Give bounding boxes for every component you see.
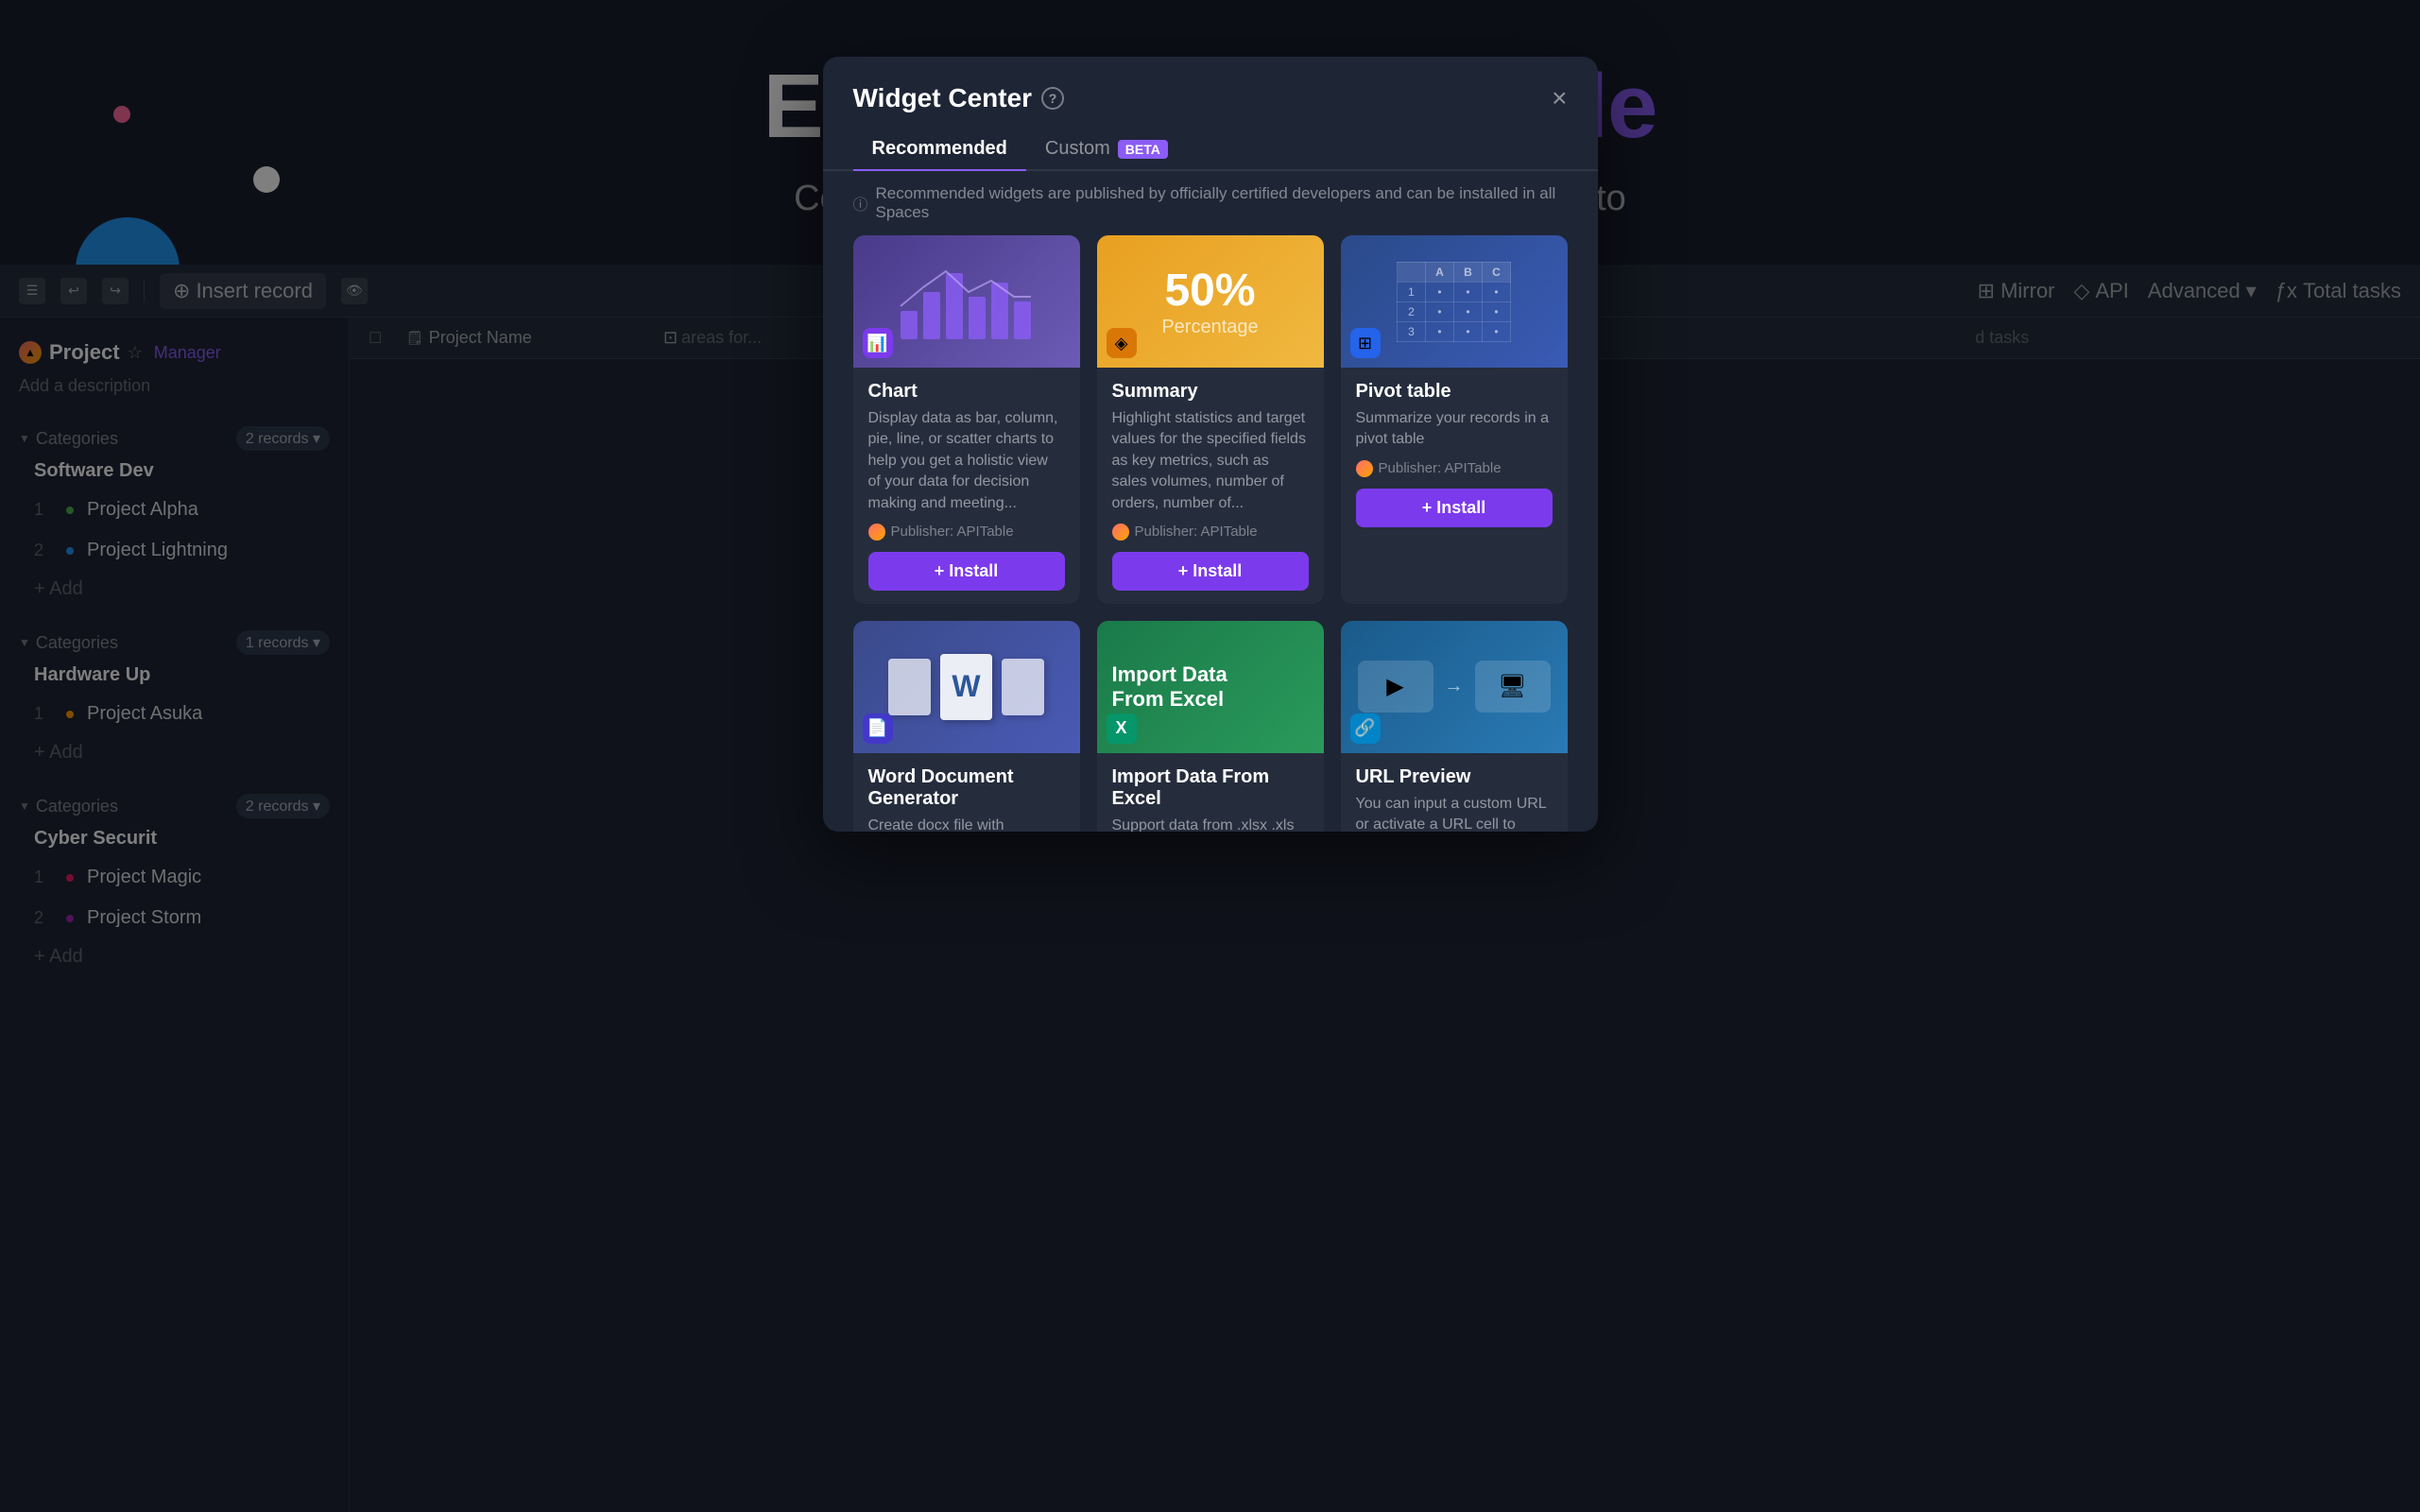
tab-recommended[interactable]: Recommended [853,129,1026,169]
widget-desc-pivot: Summarize your records in a pivot table [1356,408,1553,451]
widget-preview-summary: 50% Percentage ◈ [1097,235,1324,368]
widget-card-summary[interactable]: 50% Percentage ◈ Summary Highlight stati… [1097,235,1324,604]
pivot-preview-table: ABC 1••• 2••• 3••• [1397,262,1511,342]
word-badge-icon: 📄 [863,713,893,744]
widget-info-pivot: Pivot table Summarize your records in a … [1341,368,1568,541]
publisher-icon-3 [1356,460,1373,477]
widget-name-chart: Chart [868,381,1065,403]
widget-preview-chart: 📊 [853,235,1080,368]
tab-custom-label: Custom [1045,138,1110,160]
install-button-pivot[interactable]: + Install [1356,489,1553,527]
publisher-icon [868,524,885,541]
install-button-chart[interactable]: + Install [868,552,1065,591]
tab-recommended-label: Recommended [872,138,1007,160]
widget-publisher-summary: Publisher: APITable [1112,524,1309,541]
widget-preview-excel: Import DataFrom Excel X [1097,621,1324,753]
chart-badge-icon: 📊 [863,328,893,358]
chart-preview-svg [891,254,1042,349]
widget-info-url: URL Preview You can input a custom URL o… [1341,753,1568,832]
widget-center-modal: Widget Center ? × Recommended Custom BET… [823,57,1598,832]
beta-badge: BETA [1118,140,1168,159]
widget-name-summary: Summary [1112,381,1309,403]
widget-name-word: Word Document Generator [868,766,1065,810]
widget-desc-excel: Support data from .xlsx .xls .csv files,… [1112,816,1309,832]
widget-info-summary: Summary Highlight statistics and target … [1097,368,1324,604]
modal-header: Widget Center ? × [823,57,1598,113]
widget-preview-pivot: ABC 1••• 2••• 3••• ⊞ [1341,235,1568,368]
modal-info-bar: ⓘ Recommended widgets are published by o… [853,184,1568,222]
arrow-icon: → [1445,676,1464,697]
widget-card-chart[interactable]: 📊 Chart Display data as bar, column, pie… [853,235,1080,604]
widget-preview-url: ▶ → 🖥 🔗 [1341,621,1568,753]
widget-card-word[interactable]: W 📄 Word Document Generator Create docx … [853,621,1080,832]
widget-desc-summary: Highlight statistics and target values f… [1112,408,1309,514]
word-letter: W [952,669,980,704]
excel-badge-icon: X [1107,713,1137,744]
publisher-name-3: Publisher: APITable [1379,460,1502,476]
word-preview-content: W [888,654,1044,720]
modal-title-text: Widget Center [853,83,1033,113]
widget-name-excel: Import Data From Excel [1112,766,1309,810]
publisher-name: Publisher: APITable [891,524,1014,540]
tab-custom[interactable]: Custom BETA [1026,129,1187,169]
widget-card-pivot[interactable]: ABC 1••• 2••• 3••• ⊞ Pivot table Summari… [1341,235,1568,604]
widget-info-excel: Import Data From Excel Support data from… [1097,753,1324,832]
widget-card-url[interactable]: ▶ → 🖥 🔗 URL Preview You can input a cust… [1341,621,1568,832]
summary-label-value: Percentage [1161,317,1258,338]
summary-preview-content: 50% Percentage [1161,265,1258,338]
widget-desc-chart: Display data as bar, column, pie, line, … [868,408,1065,514]
widget-name-pivot: Pivot table [1356,381,1553,403]
widget-publisher-pivot: Publisher: APITable [1356,460,1553,477]
summary-percent-value: 50% [1161,265,1258,317]
widget-publisher-chart: Publisher: APITable [868,524,1065,541]
excel-preview-title: Import DataFrom Excel [1112,662,1309,713]
publisher-name-2: Publisher: APITable [1135,524,1258,540]
widget-card-excel[interactable]: Import DataFrom Excel X Import Data From… [1097,621,1324,832]
close-button[interactable]: × [1552,85,1567,112]
word-page-back [888,659,931,715]
play-icon: ▶ [1386,673,1403,700]
summary-badge-icon: ◈ [1107,328,1137,358]
url-card-left: ▶ [1358,661,1433,713]
modal-title: Widget Center ? [853,83,1065,113]
install-button-summary[interactable]: + Install [1112,552,1309,591]
url-badge-icon: 🔗 [1350,713,1381,744]
url-card-right: 🖥 [1475,661,1551,713]
pivot-badge-icon: ⊞ [1350,328,1381,358]
widget-desc-url: You can input a custom URL or activate a… [1356,794,1553,832]
monitor-icon: 🖥 [1498,673,1526,700]
modal-info-text: Recommended widgets are published by off… [876,184,1568,222]
help-icon[interactable]: ? [1041,87,1064,110]
word-page-front [1002,659,1044,715]
widget-info-chart: Chart Display data as bar, column, pie, … [853,368,1080,604]
modal-overlay: Widget Center ? × Recommended Custom BET… [0,0,2420,1512]
publisher-icon-2 [1112,524,1129,541]
widget-info-word: Word Document Generator Create docx file… [853,753,1080,832]
word-page-main: W [940,654,992,720]
widget-name-url: URL Preview [1356,766,1553,788]
widget-grid: 📊 Chart Display data as bar, column, pie… [823,235,1598,832]
widget-desc-word: Create docx file with specified fields [868,816,1065,832]
modal-tabs: Recommended Custom BETA [823,113,1598,171]
info-icon: ⓘ [853,192,868,215]
widget-preview-word: W 📄 [853,621,1080,753]
